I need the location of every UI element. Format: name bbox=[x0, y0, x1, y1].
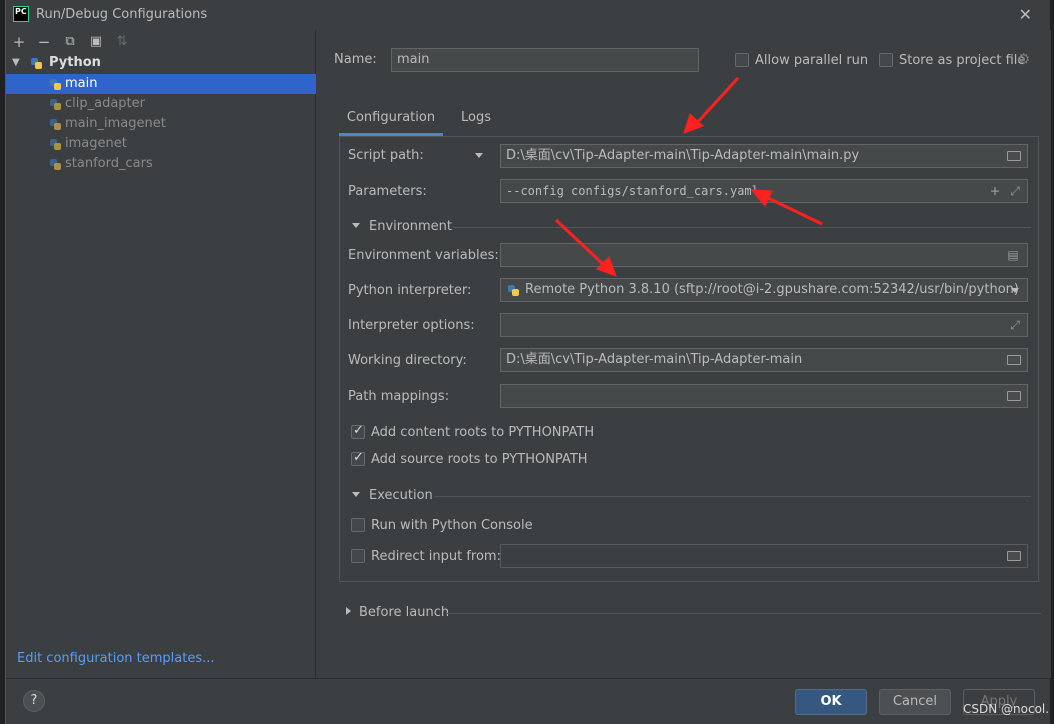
folder-icon[interactable] bbox=[1007, 551, 1021, 561]
expand-icon[interactable]: ⤢ bbox=[1007, 183, 1023, 199]
python-run-icon bbox=[49, 138, 62, 151]
python-run-icon bbox=[49, 118, 62, 131]
dialog-button-bar: ? OK Cancel Apply bbox=[6, 678, 1050, 724]
interpreter-select[interactable]: Remote Python 3.8.10 (sftp://root@i-2.gp… bbox=[500, 278, 1028, 302]
parameters-label: Parameters: bbox=[348, 184, 427, 199]
tree-item-label: main_imagenet bbox=[65, 116, 166, 131]
folder-icon[interactable] bbox=[1007, 151, 1021, 161]
add-source-roots-label: Add source roots to PYTHONPATH bbox=[371, 452, 588, 467]
store-project-checkbox[interactable] bbox=[879, 53, 893, 67]
configuration-form-panel: Name: main Allow parallel run Store as p… bbox=[317, 30, 1051, 678]
cancel-button[interactable]: Cancel bbox=[879, 689, 951, 715]
run-debug-dialog: PC Run/Debug Configurations ✕ + − ⧉ ▣ ⇅ … bbox=[5, 0, 1051, 724]
tree-item-label: main bbox=[65, 76, 98, 91]
add-source-roots-checkbox[interactable] bbox=[351, 450, 365, 466]
execution-section-label: Execution bbox=[369, 488, 433, 503]
script-path-value: D:\桌面\cv\Tip-Adapter-main\Tip-Adapter-ma… bbox=[506, 148, 860, 163]
tree-item-label: stanford_cars bbox=[65, 156, 153, 171]
environment-section-label: Environment bbox=[369, 219, 453, 234]
title-bar: PC Run/Debug Configurations ✕ bbox=[6, 0, 1050, 30]
ok-button[interactable]: OK bbox=[795, 689, 867, 715]
working-dir-value: D:\桌面\cv\Tip-Adapter-main\Tip-Adapter-ma… bbox=[506, 352, 803, 367]
redirect-input-field[interactable] bbox=[500, 544, 1028, 568]
sort-button[interactable]: ⇅ bbox=[112, 32, 132, 52]
python-run-icon bbox=[49, 158, 62, 171]
path-mappings-field[interactable] bbox=[500, 384, 1028, 408]
folder-icon[interactable] bbox=[1007, 391, 1021, 401]
new-folder-button[interactable]: ▣ bbox=[86, 32, 106, 52]
name-label: Name: bbox=[334, 52, 377, 67]
interpreter-label: Python interpreter: bbox=[348, 283, 472, 298]
python-icon bbox=[30, 57, 43, 70]
folder-icon[interactable] bbox=[1007, 355, 1021, 365]
path-mappings-label: Path mappings: bbox=[348, 389, 450, 404]
remote-python-icon bbox=[507, 284, 520, 297]
store-project-label: Store as project file bbox=[899, 53, 1026, 68]
working-dir-field[interactable]: D:\桌面\cv\Tip-Adapter-main\Tip-Adapter-ma… bbox=[500, 348, 1028, 372]
window-title: Run/Debug Configurations bbox=[36, 7, 208, 22]
tab-configuration[interactable]: Configuration bbox=[339, 104, 443, 136]
chevron-down-icon: ▼ bbox=[12, 57, 20, 68]
interpreter-options-label: Interpreter options: bbox=[348, 318, 475, 333]
run-console-label: Run with Python Console bbox=[371, 518, 533, 533]
interpreter-value: Remote Python 3.8.10 (sftp://root@i-2.gp… bbox=[525, 282, 1019, 297]
close-icon[interactable]: ✕ bbox=[1019, 5, 1032, 24]
execution-collapse-icon[interactable] bbox=[352, 492, 360, 497]
copy-configuration-button[interactable]: ⧉ bbox=[60, 32, 80, 52]
allow-parallel-checkbox[interactable] bbox=[735, 53, 749, 67]
expand-icon[interactable]: ⤢ bbox=[1007, 317, 1023, 333]
env-vars-label: Environment variables: bbox=[348, 248, 499, 263]
tree-item-main[interactable]: main bbox=[6, 74, 316, 94]
tree-group-python[interactable]: ▼ Python bbox=[6, 53, 316, 73]
tree-item-label: imagenet bbox=[65, 136, 127, 151]
tree-group-label: Python bbox=[49, 55, 101, 70]
section-divider bbox=[447, 613, 1041, 614]
env-vars-field[interactable]: ▤ bbox=[500, 243, 1028, 267]
tree-item-imagenet[interactable]: imagenet bbox=[6, 134, 316, 154]
run-console-checkbox[interactable] bbox=[351, 518, 365, 532]
gear-icon[interactable]: ⚙ bbox=[1017, 50, 1030, 68]
script-type-dropdown-icon[interactable] bbox=[475, 153, 483, 158]
before-launch-label[interactable]: Before launch bbox=[359, 605, 449, 620]
allow-parallel-label: Allow parallel run bbox=[755, 53, 869, 68]
add-configuration-button[interactable]: + bbox=[9, 32, 29, 52]
tab-logs[interactable]: Logs bbox=[456, 104, 496, 136]
tree-item-label: clip_adapter bbox=[65, 96, 145, 111]
python-run-icon bbox=[49, 98, 62, 111]
tree-item-main-imagenet[interactable]: main_imagenet bbox=[6, 114, 316, 134]
edit-templates-link[interactable]: Edit configuration templates... bbox=[17, 651, 215, 666]
add-content-roots-label: Add content roots to PYTHONPATH bbox=[371, 425, 595, 440]
add-content-roots-checkbox[interactable] bbox=[351, 423, 365, 439]
plus-icon[interactable]: + bbox=[987, 183, 1003, 199]
configuration-tree-panel: + − ⧉ ▣ ⇅ ▼ Python main clip_adapter mai… bbox=[6, 30, 316, 678]
parameters-value: --config configs/stanford_cars.yaml bbox=[506, 184, 759, 198]
python-run-icon bbox=[49, 78, 62, 91]
interpreter-options-field[interactable]: ⤢ bbox=[500, 313, 1028, 337]
parameters-field[interactable]: --config configs/stanford_cars.yaml + ⤢ bbox=[500, 179, 1028, 203]
help-button[interactable]: ? bbox=[23, 690, 45, 712]
tree-item-stanford-cars[interactable]: stanford_cars bbox=[6, 154, 316, 174]
chevron-down-icon[interactable] bbox=[1011, 288, 1019, 293]
document-icon[interactable]: ▤ bbox=[1005, 247, 1021, 263]
script-path-field[interactable]: D:\桌面\cv\Tip-Adapter-main\Tip-Adapter-ma… bbox=[500, 144, 1028, 168]
before-launch-expand-icon[interactable] bbox=[346, 607, 351, 615]
tree-item-clip-adapter[interactable]: clip_adapter bbox=[6, 94, 316, 114]
script-path-label: Script path: bbox=[348, 148, 424, 163]
pycharm-app-icon: PC bbox=[13, 6, 29, 22]
redirect-input-label: Redirect input from: bbox=[371, 549, 501, 564]
name-field[interactable]: main bbox=[391, 48, 699, 72]
environment-collapse-icon[interactable] bbox=[352, 223, 360, 228]
redirect-input-checkbox[interactable] bbox=[351, 549, 365, 563]
section-divider bbox=[435, 496, 1031, 497]
section-divider bbox=[453, 227, 1031, 228]
working-dir-label: Working directory: bbox=[348, 353, 467, 368]
watermark: CSDN @nocol. bbox=[963, 702, 1050, 716]
remove-configuration-button[interactable]: − bbox=[34, 32, 54, 52]
